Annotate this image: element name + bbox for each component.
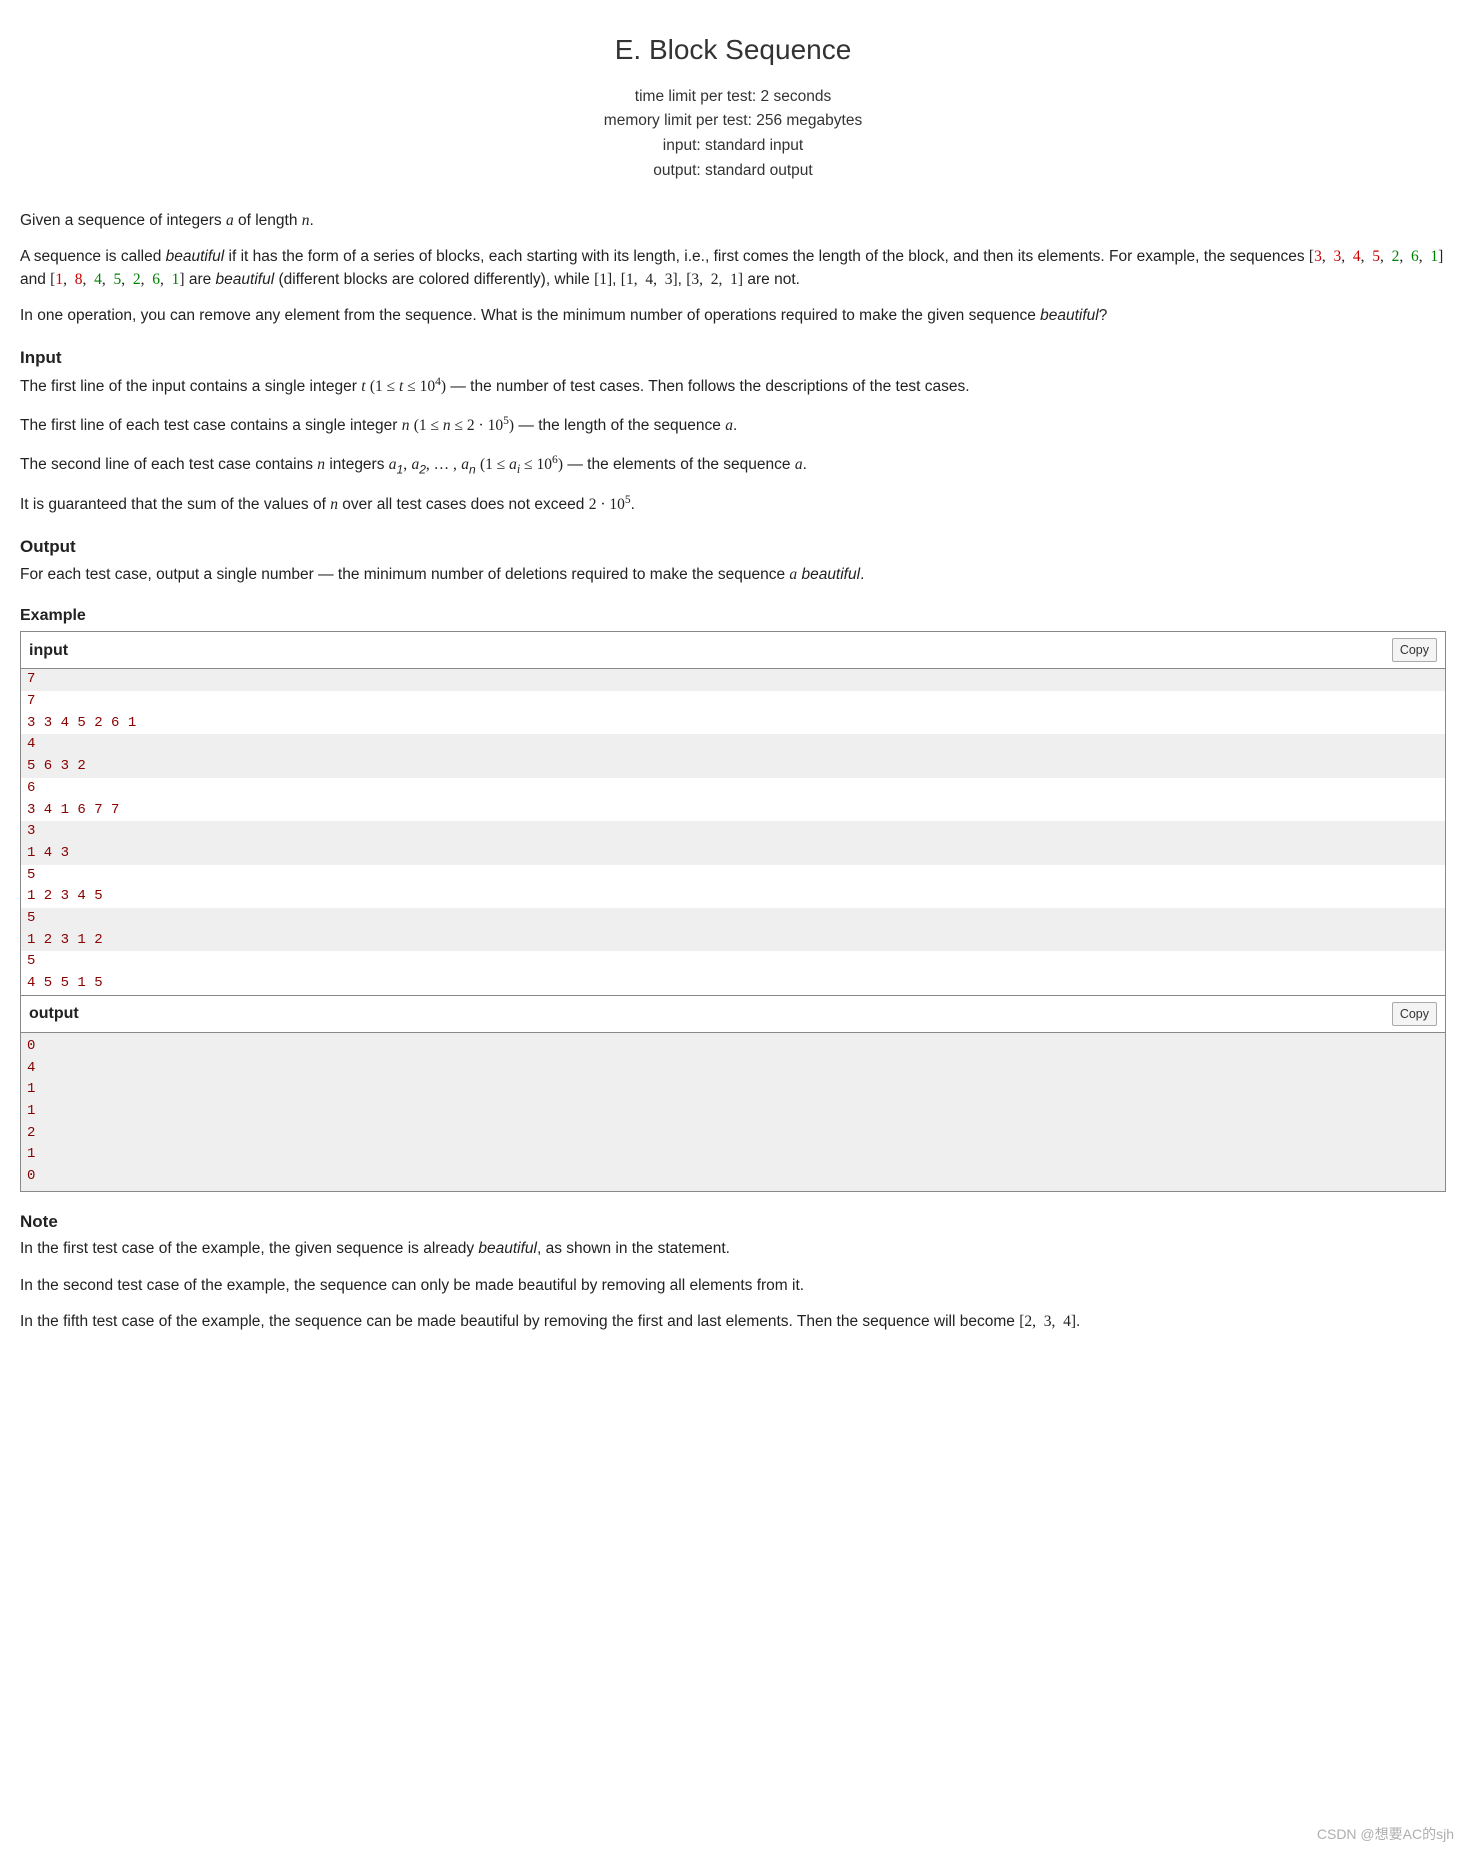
input-p1: The first line of the input contains a s…	[20, 374, 1446, 399]
input-p4: It is guaranteed that the sum of the val…	[20, 492, 1446, 517]
output-p1: For each test case, output a single numb…	[20, 564, 1446, 586]
note-section-title: Note	[20, 1210, 1446, 1235]
input-line: 7	[21, 691, 1445, 713]
sample-output: 0 4 1 1 2 1 0	[21, 1033, 1445, 1192]
input-file: input: standard input	[20, 134, 1446, 159]
input-line: 5	[21, 908, 1445, 930]
input-line: 5	[21, 865, 1445, 887]
note-p1: In the first test case of the example, t…	[20, 1238, 1446, 1260]
input-line: 3	[21, 821, 1445, 843]
statement-p2: A sequence is called beautiful if it has…	[20, 246, 1446, 291]
copy-output-button[interactable]: Copy	[1392, 1002, 1437, 1026]
watermark: CSDN @想要AC的sjh	[1317, 1824, 1454, 1844]
input-line: 3 3 4 5 2 6 1	[21, 713, 1445, 735]
input-line: 1 2 3 4 5	[21, 886, 1445, 908]
time-limit: time limit per test: 2 seconds	[20, 85, 1446, 110]
note-p2: In the second test case of the example, …	[20, 1275, 1446, 1297]
input-line: 1 4 3	[21, 843, 1445, 865]
input-p3: The second line of each test case contai…	[20, 452, 1446, 479]
sample-test: input Copy 773 3 4 5 2 6 145 6 3 263 4 1…	[20, 631, 1446, 1191]
output-file: output: standard output	[20, 159, 1446, 184]
input-section-title: Input	[20, 346, 1446, 371]
limits-block: time limit per test: 2 seconds memory li…	[20, 85, 1446, 184]
input-line: 4 5 5 1 5	[21, 973, 1445, 995]
input-label: input	[29, 639, 68, 662]
output-section-title: Output	[20, 535, 1446, 560]
input-line: 1 2 3 1 2	[21, 930, 1445, 952]
memory-limit: memory limit per test: 256 megabytes	[20, 109, 1446, 134]
input-line: 6	[21, 778, 1445, 800]
output-label: output	[29, 1002, 79, 1025]
example-section-title: Example	[20, 604, 1446, 627]
input-line: 4	[21, 734, 1445, 756]
copy-input-button[interactable]: Copy	[1392, 638, 1437, 662]
statement-p1: Given a sequence of integers a of length…	[20, 210, 1446, 232]
input-line: 5 6 3 2	[21, 756, 1445, 778]
statement-p3: In one operation, you can remove any ele…	[20, 305, 1446, 327]
input-line: 5	[21, 951, 1445, 973]
input-line: 3 4 1 6 7 7	[21, 800, 1445, 822]
sample-input: 773 3 4 5 2 6 145 6 3 263 4 1 6 7 731 4 …	[21, 669, 1445, 995]
input-line: 7	[21, 669, 1445, 691]
problem-title: E. Block Sequence	[20, 30, 1446, 71]
input-p2: The first line of each test case contain…	[20, 413, 1446, 438]
note-p3: In the fifth test case of the example, t…	[20, 1311, 1446, 1333]
